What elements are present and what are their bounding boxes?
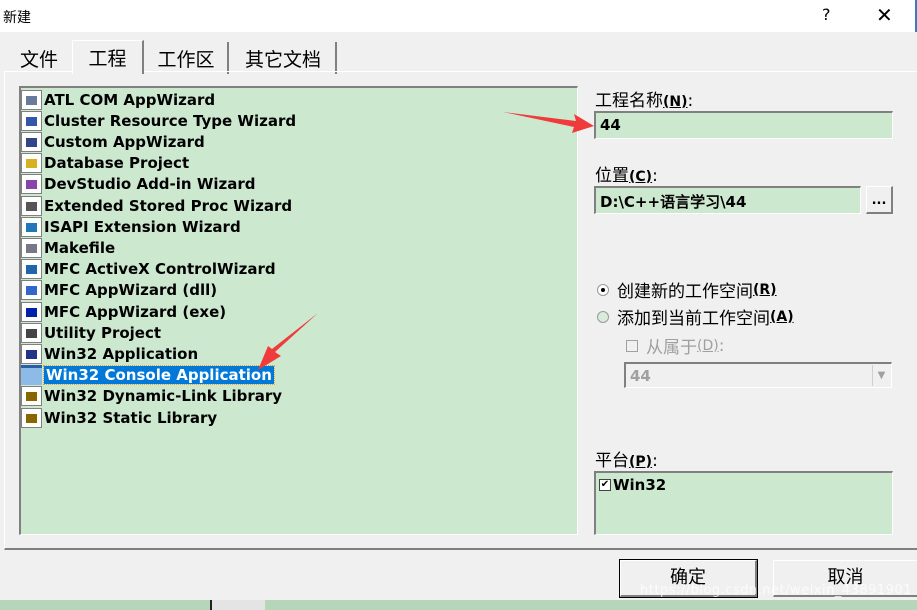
- console-icon: [21, 365, 42, 386]
- window-title: 新建: [3, 10, 31, 26]
- accelerator: (R): [753, 281, 777, 298]
- list-item-label: Win32 Dynamic-Link Library: [44, 387, 283, 406]
- makefile-icon: [21, 237, 42, 258]
- globe-icon: [21, 216, 42, 237]
- check-icon[interactable]: ✔: [599, 479, 611, 491]
- list-item[interactable]: ISAPI Extension Wizard: [21, 216, 241, 237]
- list-item[interactable]: ATL COM AppWizard: [21, 89, 215, 110]
- list-item-label: Custom AppWizard: [44, 132, 205, 151]
- list-item[interactable]: Win32 Static Library: [21, 407, 217, 428]
- list-item[interactable]: MFC AppWizard (dll): [21, 280, 217, 301]
- utility-icon: [21, 322, 42, 343]
- browse-button[interactable]: ...: [866, 186, 893, 214]
- project-name-input[interactable]: 44: [594, 111, 893, 139]
- list-item-label: ISAPI Extension Wizard: [44, 217, 241, 236]
- accelerator: (P): [629, 454, 653, 470]
- list-item[interactable]: Custom AppWizard: [21, 131, 205, 152]
- accelerator: (N): [663, 94, 688, 110]
- list-item-label: Win32 Static Library: [44, 408, 218, 427]
- list-item-label: Win32 Console Application: [43, 365, 275, 386]
- list-item[interactable]: Database Project: [21, 153, 189, 174]
- list-item-label: Database Project: [44, 154, 190, 173]
- platform-label: 平台(P):: [595, 446, 658, 471]
- list-item[interactable]: MFC ActiveX ControlWizard: [21, 259, 276, 280]
- label-suffix: :: [687, 91, 694, 111]
- win32-app-icon: [21, 343, 42, 364]
- location-label: 位置(C):: [595, 161, 658, 186]
- tab-label: 工程: [88, 48, 127, 70]
- radio-label: 添加到当前工作空间: [617, 309, 770, 329]
- database-icon: [21, 153, 42, 174]
- list-item[interactable]: Extended Stored Proc Wizard: [21, 195, 292, 216]
- mfc-exe-icon: [21, 301, 42, 322]
- list-item-label: ATL COM AppWizard: [44, 90, 216, 109]
- tab-projects[interactable]: 工程: [72, 40, 144, 74]
- label-suffix: :: [718, 335, 725, 356]
- help-button[interactable]: ?: [822, 5, 831, 24]
- addin-icon: [21, 174, 42, 195]
- list-item-label: Utility Project: [44, 323, 162, 342]
- mfc-dll-icon: [21, 280, 42, 301]
- close-button[interactable]: ✕: [876, 3, 893, 27]
- tab-workspaces[interactable]: 工作区: [145, 42, 229, 74]
- list-item-label: MFC ActiveX ControlWizard: [44, 260, 276, 279]
- platform-item-win32[interactable]: ✔ Win32: [599, 476, 666, 494]
- accelerator: (D): [697, 337, 719, 354]
- static-lib-icon: [21, 407, 42, 428]
- list-item-label: MFC AppWizard (dll): [44, 281, 218, 300]
- location-input[interactable]: D:\C++语言学习\44: [594, 186, 861, 214]
- label-text: 工程名称: [595, 91, 663, 111]
- radio-selected-icon: [597, 283, 609, 296]
- list-item[interactable]: MFC AppWizard (exe): [21, 301, 226, 322]
- platform-list[interactable]: ✔ Win32: [594, 471, 893, 535]
- background-fragment: [210, 600, 265, 610]
- cluster-icon: [21, 110, 42, 131]
- activex-icon: [21, 259, 42, 280]
- accelerator: (A): [770, 308, 794, 325]
- list-item[interactable]: Win32 Dynamic-Link Library: [21, 386, 282, 407]
- list-item-label: Cluster Resource Type Wizard: [44, 111, 297, 130]
- tab-label: 其它文档: [244, 49, 321, 71]
- list-item-label: MFC AppWizard (exe): [44, 302, 227, 321]
- dependency-checkbox[interactable]: 从属于 (D):: [626, 333, 724, 358]
- radio-label: 创建新的工作空间: [617, 282, 753, 302]
- label-text: 平台: [595, 451, 629, 471]
- list-item[interactable]: Win32 Application: [21, 343, 198, 364]
- checkbox-label: 从属于: [646, 338, 697, 358]
- label-suffix: :: [652, 451, 658, 471]
- background-window-strip: [0, 600, 917, 610]
- dll-icon: [21, 386, 42, 407]
- list-item[interactable]: Makefile: [21, 237, 115, 258]
- list-item-label: DevStudio Add-in Wizard: [44, 175, 256, 194]
- list-item-label: Extended Stored Proc Wizard: [44, 196, 293, 215]
- label-text: 位置: [595, 166, 629, 186]
- create-new-workspace-radio[interactable]: 创建新的工作空间 (R): [597, 277, 777, 302]
- tab-other-documents[interactable]: 其它文档: [231, 42, 337, 74]
- stored-proc-icon: [21, 195, 42, 216]
- list-item[interactable]: Utility Project: [21, 322, 161, 343]
- chevron-down-icon[interactable]: ▼: [872, 365, 890, 386]
- dependency-combo[interactable]: 44 ▼: [624, 362, 892, 388]
- list-item-label: Win32 Application: [44, 344, 199, 363]
- project-name-label: 工程名称(N):: [595, 86, 693, 111]
- checkbox-icon: [626, 339, 638, 352]
- atl-com-icon: [21, 89, 42, 110]
- tab-label: 文件: [19, 49, 58, 71]
- add-to-workspace-radio[interactable]: 添加到当前工作空间 (A): [597, 304, 794, 329]
- project-type-list[interactable]: ATL COM AppWizard Cluster Resource Type W…: [19, 86, 578, 535]
- platform-label-text: Win32: [613, 476, 667, 494]
- list-item-label: Makefile: [44, 238, 116, 257]
- title-bar: 新建 ? ✕: [0, 0, 917, 32]
- watermark: https://blog.csdn.net/weixin_43891901: [640, 583, 913, 598]
- radio-unselected-icon: [597, 310, 609, 323]
- tab-files[interactable]: 文件: [8, 42, 70, 74]
- list-item[interactable]: DevStudio Add-in Wizard: [21, 174, 256, 195]
- list-item[interactable]: Win32 Console Application: [21, 365, 275, 386]
- label-suffix: :: [652, 166, 658, 186]
- list-item[interactable]: Cluster Resource Type Wizard: [21, 110, 296, 131]
- combo-value: 44: [630, 367, 651, 385]
- custom-wizard-icon: [21, 131, 42, 152]
- accelerator: (C): [629, 169, 653, 185]
- tab-label: 工作区: [157, 49, 215, 71]
